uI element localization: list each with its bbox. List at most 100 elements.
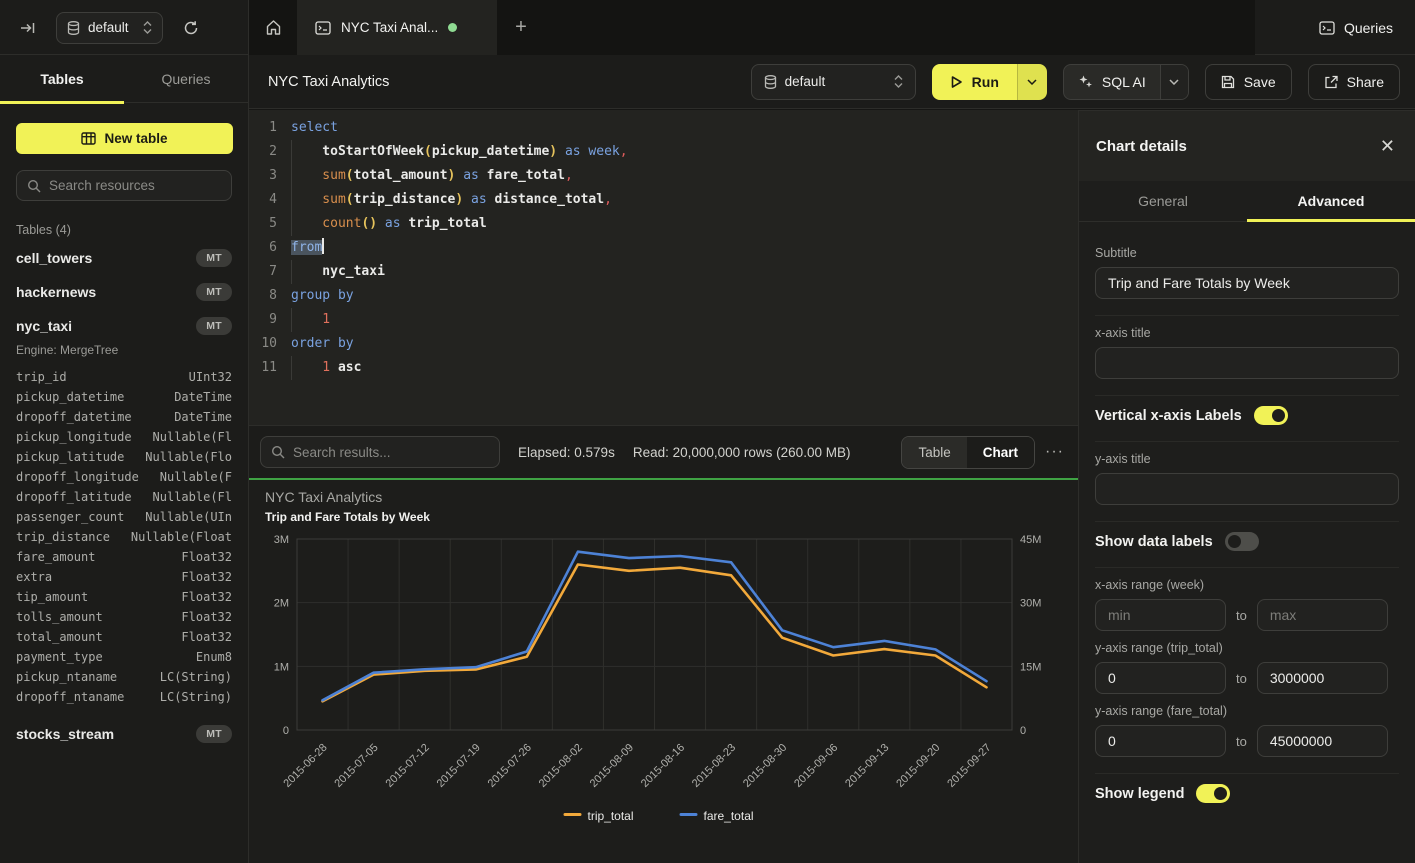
y-range-trip-min-input[interactable] [1095, 662, 1226, 694]
column-row: tolls_amountFloat32 [16, 607, 232, 627]
table-row-cell_towers[interactable]: cell_towers MT [0, 241, 248, 275]
x-axis-label: 2015-09-20 [894, 742, 942, 790]
to-label: to [1236, 734, 1247, 749]
view-toggle-table[interactable]: Table [902, 437, 966, 468]
query-toolbar: NYC Taxi Analytics default Run [249, 55, 1415, 109]
x-axis-label: 2015-08-23 [690, 742, 738, 790]
sql-editor[interactable]: 1select2toStartOfWeek(pickup_datetime) a… [249, 110, 1078, 425]
column-name: pickup_ntaname [16, 667, 117, 687]
refresh-icon[interactable] [177, 14, 205, 42]
x-axis-range-label: x-axis range (week) [1095, 578, 1399, 592]
chevron-updown-icon [143, 21, 152, 34]
y-range-trip-max-input[interactable] [1257, 662, 1388, 694]
elapsed-stat: Elapsed: 0.579s [518, 445, 615, 460]
line-number: 11 [249, 356, 277, 380]
x-range-min-input[interactable] [1095, 599, 1226, 631]
x-axis-label: 2015-07-12 [384, 742, 432, 790]
subtitle-input[interactable] [1095, 267, 1399, 299]
x-range-max-input[interactable] [1257, 599, 1388, 631]
code-line[interactable]: 6from [249, 236, 1078, 260]
resources-search-input[interactable] [49, 178, 226, 193]
tab-general[interactable]: General [1079, 181, 1247, 221]
results-search-input[interactable] [293, 445, 489, 460]
results-bar: Elapsed: 0.579s Read: 20,000,000 rows (2… [249, 425, 1078, 478]
new-table-button[interactable]: New table [16, 123, 233, 154]
y-range-fare-max-input[interactable] [1257, 725, 1388, 757]
database-selector[interactable]: default [56, 12, 163, 44]
show-legend-toggle[interactable] [1196, 784, 1230, 803]
x-axis-label: 2015-08-16 [639, 742, 687, 790]
sql-ai-main[interactable]: SQL AI [1064, 65, 1160, 99]
share-icon [1324, 75, 1338, 89]
new-tab-plus-icon[interactable]: + [497, 0, 545, 55]
more-options-icon[interactable]: ··· [1045, 443, 1064, 461]
table-name: cell_towers [16, 250, 92, 266]
legend-item-trip_total[interactable]: trip_total [564, 809, 634, 823]
run-button-main[interactable]: Run [932, 64, 1017, 100]
table-row-hackernews[interactable]: hackernewsMT [0, 275, 248, 309]
tab-advanced[interactable]: Advanced [1247, 181, 1415, 221]
engine-badge: MT [196, 249, 232, 267]
column-type: Nullable(Fl [153, 487, 232, 507]
code-line[interactable]: 2toStartOfWeek(pickup_datetime) as week, [249, 140, 1078, 164]
topbar-left: default [0, 0, 249, 55]
line-number: 8 [249, 284, 277, 308]
column-name: dropoff_latitude [16, 487, 132, 507]
code-line[interactable]: 4sum(trip_distance) as distance_total, [249, 188, 1078, 212]
queries-button[interactable]: Queries [1319, 20, 1393, 36]
code-line[interactable]: 3sum(total_amount) as fare_total, [249, 164, 1078, 188]
table-grid-icon [81, 132, 96, 145]
code-line[interactable]: 111 asc [249, 356, 1078, 380]
x-axis-label: 2015-08-09 [588, 742, 636, 790]
sql-ai-button[interactable]: SQL AI [1063, 64, 1189, 100]
queries-label: Queries [1344, 20, 1393, 36]
view-toggle-chart[interactable]: Chart [967, 437, 1034, 468]
code-line[interactable]: 1select [249, 116, 1078, 140]
sidebar-tab-tables[interactable]: Tables [0, 55, 124, 102]
x-axis-label: 2015-09-27 [945, 742, 993, 790]
save-button[interactable]: Save [1205, 64, 1292, 100]
run-options-chevron[interactable] [1017, 64, 1047, 100]
table-row-stocks_stream[interactable]: stocks_streamMT [0, 717, 248, 751]
table-name: hackernews [16, 284, 96, 300]
code-line[interactable]: 91 [249, 308, 1078, 332]
sql-ai-label: SQL AI [1102, 74, 1146, 90]
close-icon[interactable]: ✕ [1380, 137, 1395, 155]
y-range-fare-min-input[interactable] [1095, 725, 1226, 757]
column-type: DateTime [174, 407, 232, 427]
sparkles-icon [1078, 74, 1093, 89]
code-line[interactable]: 7nyc_taxi [249, 260, 1078, 284]
code-text: order by [277, 332, 354, 356]
column-row: pickup_datetimeDateTime [16, 387, 232, 407]
line-number: 2 [249, 140, 277, 164]
vertical-x-axis-labels-toggle[interactable] [1254, 406, 1288, 425]
save-label: Save [1244, 74, 1276, 90]
line-number: 6 [249, 236, 277, 260]
tab-nyc-taxi-analytics[interactable]: NYC Taxi Anal... [297, 0, 497, 55]
code-line[interactable]: 5count() as trip_total [249, 212, 1078, 236]
play-icon [950, 75, 963, 89]
x-axis-title-input[interactable] [1095, 347, 1399, 379]
sidebar-tab-queries[interactable]: Queries [124, 55, 248, 102]
legend-item-fare_total[interactable]: fare_total [680, 809, 754, 823]
x-axis-label: 2015-06-28 [281, 742, 329, 790]
share-button[interactable]: Share [1308, 64, 1400, 100]
y-axis-title-input[interactable] [1095, 473, 1399, 505]
toolbar-database-selector[interactable]: default [751, 64, 916, 100]
run-button[interactable]: Run [932, 64, 1047, 100]
home-icon[interactable] [249, 0, 297, 55]
y-axis-range-trip-label: y-axis range (trip_total) [1095, 641, 1399, 655]
collapse-sidebar-icon[interactable] [14, 14, 42, 42]
code-line[interactable]: 10order by [249, 332, 1078, 356]
code-line[interactable]: 8group by [249, 284, 1078, 308]
line-number: 9 [249, 308, 277, 332]
toolbar-actions: default Run [751, 64, 1415, 100]
code-text: from [277, 236, 324, 260]
show-data-labels-toggle[interactable] [1225, 532, 1259, 551]
column-row: dropoff_ntanameLC(String) [16, 687, 232, 707]
sql-ai-chevron[interactable] [1160, 65, 1188, 99]
show-legend-label: Show legend [1095, 786, 1184, 802]
column-row: pickup_latitudeNullable(Flo [16, 447, 232, 467]
column-name: fare_amount [16, 547, 95, 567]
table-row-nyc_taxi[interactable]: nyc_taxiMT [0, 309, 248, 343]
